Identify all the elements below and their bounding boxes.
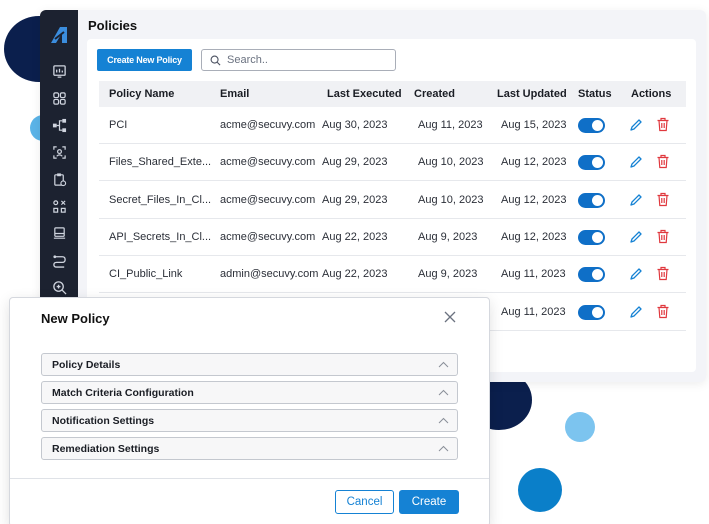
accordion-label: Remediation Settings [52, 443, 160, 455]
search-input[interactable] [227, 54, 387, 66]
edit-pencil-icon[interactable] [629, 155, 643, 169]
toggle-knob [592, 231, 603, 243]
decorative-circle [565, 412, 595, 442]
column-header: Actions [631, 88, 672, 100]
trash-icon[interactable] [656, 304, 670, 319]
chevron-up-icon [438, 417, 449, 424]
chevron-up-icon [438, 445, 449, 452]
trash-icon[interactable] [656, 154, 670, 169]
search-box[interactable] [201, 49, 396, 71]
chevron-up-icon [438, 361, 449, 368]
cell-email: acme@secuvy.com [220, 230, 316, 243]
edit-pencil-icon[interactable] [629, 305, 643, 319]
dashboard-icon[interactable] [50, 62, 68, 80]
create-button[interactable]: Create [399, 490, 459, 514]
column-header[interactable]: Last Updated [497, 88, 567, 100]
decorative-circle [518, 468, 562, 512]
cell-last-updated: Aug 12, 2023 [501, 156, 567, 169]
cell-last-updated: Aug 12, 2023 [501, 230, 567, 243]
scan-face-icon[interactable] [50, 143, 68, 161]
status-toggle[interactable] [578, 192, 605, 208]
new-policy-modal: New Policy Policy Details Match Criteria… [9, 297, 490, 524]
cell-last-updated: Aug 11, 2023 [501, 268, 566, 281]
accordion-label: Policy Details [52, 359, 121, 371]
edit-pencil-icon[interactable] [629, 230, 643, 244]
table-row[interactable]: PCI acme@secuvy.com Aug 30, 2023 Aug 11, 20… [99, 107, 686, 144]
status-toggle[interactable] [578, 155, 605, 171]
network-icon[interactable] [50, 116, 68, 134]
status-toggle[interactable] [578, 229, 605, 245]
logo-icon[interactable] [48, 24, 70, 46]
column-header[interactable]: Last Executed [327, 88, 402, 100]
cell-last-updated: Aug 15, 2023 [501, 119, 567, 131]
accordion-notification-settings[interactable]: Notification Settings [41, 409, 458, 432]
table-row[interactable]: Files_Shared_Exte... acme@secuvy.com Aug 2… [99, 144, 686, 182]
cell-policy-name: CI_Public_Link [109, 268, 183, 281]
create-new-policy-button[interactable]: Create New Policy [97, 49, 192, 71]
column-header[interactable]: Created [414, 88, 455, 100]
table-row[interactable]: CI_Public_Link admin@secuvy.com Aug 22, 20… [99, 256, 686, 294]
table-row[interactable]: API_Secrets_In_Cl... acme@secuvy.com Aug 2… [99, 219, 686, 256]
cell-email: admin@secuvy.com [220, 268, 319, 281]
status-toggle[interactable] [578, 304, 605, 320]
search-zoom-icon[interactable] [50, 278, 68, 296]
inbox-icon[interactable] [50, 224, 68, 242]
cell-last-updated: Aug 11, 2023 [501, 305, 566, 318]
cell-last-executed: Aug 22, 2023 [322, 230, 388, 243]
clipboard-icon[interactable] [50, 170, 68, 188]
accordion-label: Match Criteria Configuration [52, 387, 194, 399]
table-header: Policy Name Email Last Executed Created … [99, 81, 686, 107]
cell-created: Aug 10, 2023 [418, 156, 484, 169]
close-icon[interactable] [442, 309, 458, 325]
toggle-knob [592, 157, 603, 169]
cell-created: Aug 10, 2023 [418, 193, 484, 206]
table-row[interactable]: Secret_Files_In_Cl... acme@secuvy.com Aug … [99, 182, 686, 219]
cell-email: acme@secuvy.com [220, 119, 316, 131]
cell-last-executed: Aug 30, 2023 [322, 119, 388, 131]
modal-divider [10, 478, 489, 479]
column-header[interactable]: Email [220, 88, 249, 100]
cell-policy-name: Secret_Files_In_Cl... [109, 193, 212, 206]
edit-pencil-icon[interactable] [629, 193, 643, 207]
toggle-knob [592, 120, 603, 131]
chevron-up-icon [438, 389, 449, 396]
cell-last-updated: Aug 12, 2023 [501, 193, 567, 206]
page-title: Policies [88, 18, 138, 33]
trash-icon[interactable] [656, 117, 670, 132]
status-toggle[interactable] [578, 267, 605, 283]
column-header[interactable]: Status [578, 88, 612, 100]
edit-pencil-icon[interactable] [629, 118, 643, 132]
cell-policy-name: API_Secrets_In_Cl... [109, 230, 212, 243]
cell-created: Aug 9, 2023 [418, 230, 478, 243]
accordion-match-criteria[interactable]: Match Criteria Configuration [41, 381, 458, 404]
toggle-knob [592, 306, 603, 318]
cell-last-executed: Aug 29, 2023 [322, 156, 388, 169]
cell-policy-name: PCI [109, 119, 128, 131]
toggle-knob [592, 269, 603, 281]
accordion-remediation-settings[interactable]: Remediation Settings [41, 437, 458, 460]
cancel-button[interactable]: Cancel [335, 490, 394, 514]
cell-email: acme@secuvy.com [220, 156, 316, 169]
cell-email: acme@secuvy.com [220, 193, 316, 206]
edit-pencil-icon[interactable] [629, 267, 643, 281]
status-toggle[interactable] [578, 118, 605, 133]
grid-icon[interactable] [50, 89, 68, 107]
trash-icon[interactable] [656, 229, 670, 244]
cell-last-executed: Aug 22, 2023 [322, 268, 388, 281]
cell-created: Aug 9, 2023 [418, 268, 478, 281]
modal-title: New Policy [41, 311, 110, 326]
search-icon [210, 55, 221, 65]
column-header[interactable]: Policy Name [109, 88, 174, 100]
flow-icon[interactable] [50, 251, 68, 269]
cell-created: Aug 11, 2023 [418, 119, 483, 131]
data-map-icon[interactable] [50, 197, 68, 215]
toggle-knob [592, 194, 603, 206]
trash-icon[interactable] [656, 266, 670, 281]
cell-last-executed: Aug 29, 2023 [322, 193, 388, 206]
cell-policy-name: Files_Shared_Exte... [109, 156, 212, 169]
accordion-policy-details[interactable]: Policy Details [41, 353, 458, 376]
trash-icon[interactable] [656, 192, 670, 207]
accordion-label: Notification Settings [52, 415, 155, 427]
